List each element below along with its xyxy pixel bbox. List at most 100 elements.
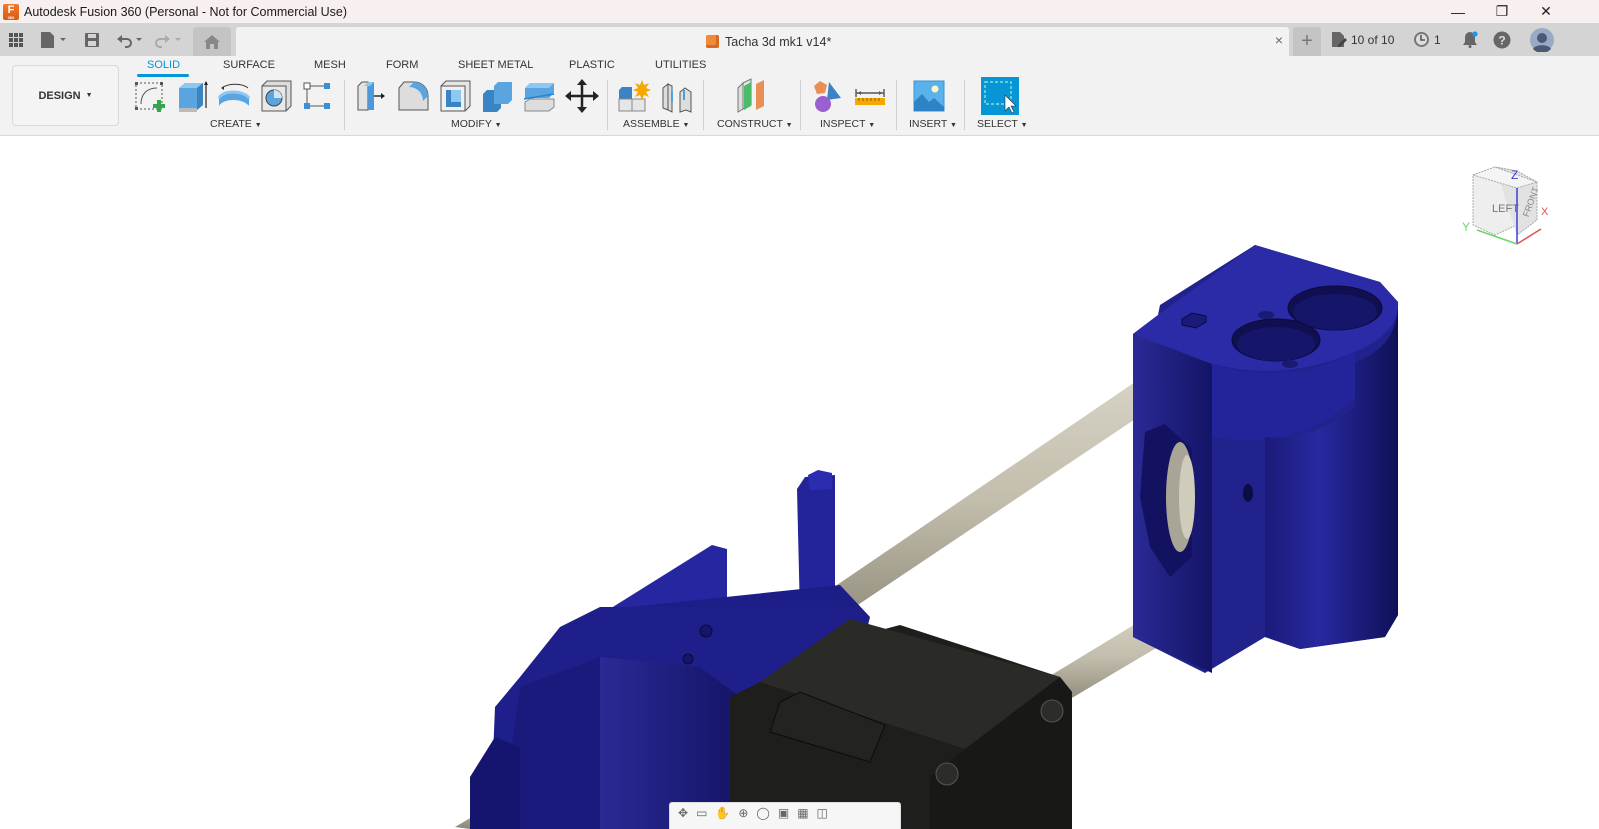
revolve-icon xyxy=(217,83,251,106)
new-component-icon xyxy=(618,80,651,112)
viewports-icon[interactable]: ◫ xyxy=(817,806,828,828)
fit-icon[interactable]: ◯ xyxy=(756,806,769,828)
tab-sheet-metal[interactable]: SHEET METAL xyxy=(458,59,533,75)
press-pull-icon xyxy=(357,81,385,111)
chevron-down-icon: ▼ xyxy=(85,92,93,99)
minimize-button[interactable]: — xyxy=(1435,0,1481,23)
fillet-button[interactable] xyxy=(396,78,432,114)
pan-icon[interactable]: ✋ xyxy=(715,806,730,828)
divider xyxy=(703,80,704,130)
select-menu[interactable]: SELECT ▼ xyxy=(977,118,1028,130)
workspace-switcher[interactable]: DESIGN ▼ xyxy=(12,65,119,126)
user-avatar[interactable] xyxy=(1530,23,1554,56)
measure-icon xyxy=(855,89,885,105)
document-tab[interactable]: Tacha 3d mk1 v14* × xyxy=(236,27,1289,56)
grid-settings-icon[interactable]: ▦ xyxy=(797,806,808,828)
shell-icon xyxy=(440,80,471,112)
notifications-button[interactable] xyxy=(1462,23,1478,56)
assemble-menu[interactable]: ASSEMBLE ▼ xyxy=(623,118,689,130)
combine-icon xyxy=(483,82,512,112)
ribbon-toolbar: DESIGN ▼ SOLID SURFACE MESH FORM SHEET ME… xyxy=(0,56,1599,136)
divider xyxy=(607,80,608,130)
divider xyxy=(800,80,801,130)
tab-surface[interactable]: SURFACE xyxy=(223,59,275,75)
display-component-colors-button[interactable] xyxy=(810,78,846,114)
help-icon: ? xyxy=(1493,31,1511,48)
extrude-button[interactable] xyxy=(175,78,211,114)
version-history-button[interactable]: 10 of 10 xyxy=(1330,23,1394,56)
job-count: 1 xyxy=(1434,32,1441,47)
tab-plastic[interactable]: PLASTIC xyxy=(569,59,615,75)
split-body-icon xyxy=(523,83,555,112)
modify-menu[interactable]: MODIFY ▼ xyxy=(451,118,502,130)
revolve-button[interactable] xyxy=(216,78,252,114)
hole-button[interactable] xyxy=(258,78,294,114)
new-tab-button[interactable]: + xyxy=(1293,27,1321,56)
save-icon[interactable] xyxy=(84,29,100,51)
home-icon xyxy=(204,34,220,49)
redo-icon[interactable] xyxy=(155,29,185,51)
display-settings-icon[interactable]: ▣ xyxy=(778,806,789,828)
home-tab[interactable] xyxy=(193,27,231,56)
model-render xyxy=(455,245,1399,829)
inspect-shapes-icon xyxy=(814,81,841,112)
tab-solid[interactable]: SOLID xyxy=(147,59,180,75)
split-body-button[interactable] xyxy=(522,78,558,114)
svg-text:?: ? xyxy=(1498,33,1505,47)
window-title: Autodesk Fusion 360 (Personal - Not for … xyxy=(24,4,348,19)
insert-image-button[interactable] xyxy=(911,78,947,114)
pattern-button[interactable] xyxy=(300,78,336,114)
tab-utilities[interactable]: UTILITIES xyxy=(655,59,706,75)
divider xyxy=(964,80,965,130)
navigation-bar: ✥ ▭ ✋ ⊕ ◯ ▣ ▦ ◫ xyxy=(669,802,901,829)
close-window-button[interactable]: ✕ xyxy=(1523,0,1569,23)
combine-button[interactable] xyxy=(480,78,516,114)
smooth-rod-upper[interactable] xyxy=(790,356,1189,637)
quick-access-toolbar: Tacha 3d mk1 v14* × + 10 of 10 1 ? xyxy=(0,23,1599,56)
restore-button[interactable]: ❐ xyxy=(1479,0,1525,23)
close-tab-button[interactable]: × xyxy=(1275,32,1283,48)
divider xyxy=(896,80,897,130)
chevron-down-icon: ▼ xyxy=(254,122,262,129)
undo-icon[interactable] xyxy=(116,29,146,51)
look-at-icon[interactable]: ▭ xyxy=(696,806,707,828)
insert-menu[interactable]: INSERT ▼ xyxy=(909,118,957,130)
create-sketch-button[interactable] xyxy=(133,78,169,114)
move-copy-button[interactable] xyxy=(564,78,600,114)
shell-button[interactable] xyxy=(438,78,474,114)
create-sketch-icon xyxy=(135,82,165,112)
offset-plane-button[interactable] xyxy=(734,78,770,114)
zoom-icon[interactable]: ⊕ xyxy=(738,806,748,828)
new-component-button[interactable] xyxy=(616,78,652,114)
inspect-menu[interactable]: INSPECT ▼ xyxy=(820,118,875,130)
grid-icon[interactable] xyxy=(8,29,24,51)
job-status-button[interactable]: 1 xyxy=(1413,23,1441,56)
tab-mesh[interactable]: MESH xyxy=(314,59,346,75)
rod-end-bracket[interactable] xyxy=(1133,245,1399,673)
help-button[interactable]: ? xyxy=(1493,23,1511,56)
construct-menu[interactable]: CONSTRUCT ▼ xyxy=(717,118,793,130)
divider xyxy=(344,80,345,130)
viewcube-left-face[interactable]: LEFT xyxy=(1492,203,1519,215)
fillet-icon xyxy=(398,81,429,111)
create-menu[interactable]: CREATE ▼ xyxy=(210,118,262,130)
axis-x-label: X xyxy=(1541,206,1549,218)
tab-form[interactable]: FORM xyxy=(386,59,418,75)
orbit-icon[interactable]: ✥ xyxy=(678,806,688,828)
chevron-down-icon: ▼ xyxy=(494,122,502,129)
file-icon[interactable] xyxy=(40,29,68,51)
image-icon xyxy=(913,80,945,112)
select-window-icon xyxy=(984,81,1017,114)
document-edit-icon xyxy=(1332,31,1347,47)
avatar-icon xyxy=(1530,27,1554,52)
active-tab-indicator xyxy=(137,74,189,77)
measure-button[interactable] xyxy=(852,78,888,114)
clock-icon xyxy=(1414,32,1429,47)
3d-viewport[interactable]: LEFT FRONT Z Y X ✥ ▭ ✋ ⊕ ◯ ▣ ▦ ◫ xyxy=(0,137,1599,829)
bell-icon xyxy=(1463,31,1478,48)
press-pull-button[interactable] xyxy=(355,78,391,114)
construct-plane-icon xyxy=(737,78,764,113)
joint-button[interactable] xyxy=(659,78,695,114)
window-select-button[interactable] xyxy=(981,77,1019,115)
viewcube[interactable]: LEFT FRONT Z Y X xyxy=(1455,162,1555,252)
